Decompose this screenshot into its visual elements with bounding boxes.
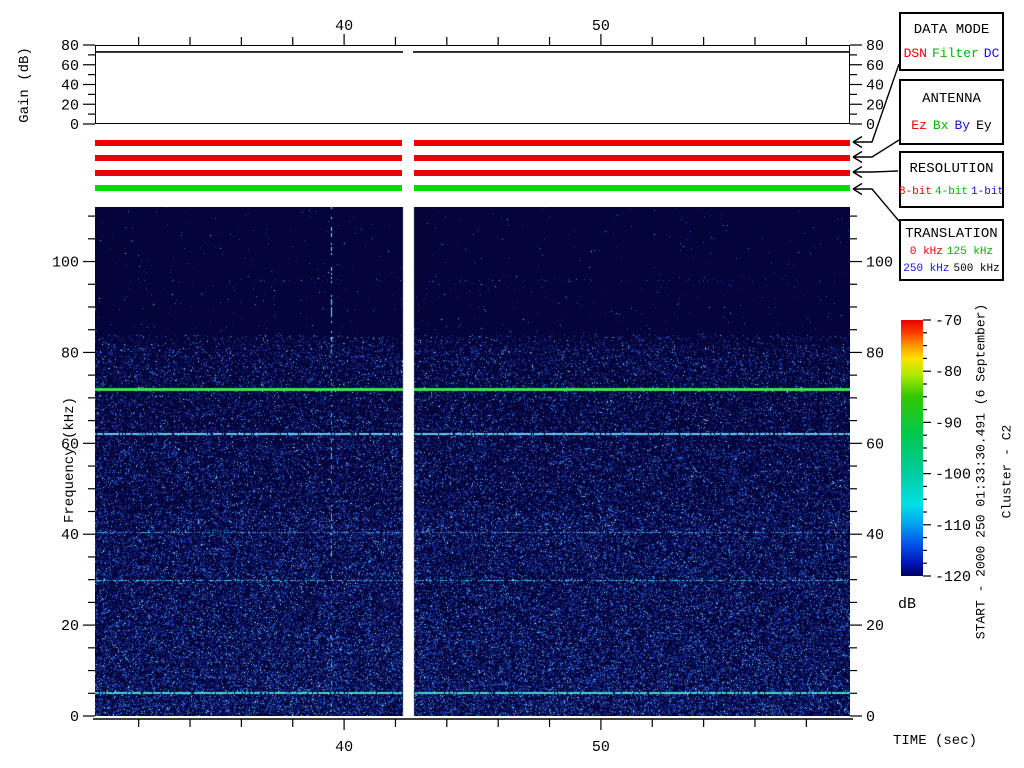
svg-text:80: 80	[866, 38, 884, 55]
legend-box-translation: TRANSLATION 0 kHz 125 kHz 250 kHz 500 kHz	[899, 219, 1004, 281]
spectrogram-canvas	[95, 207, 850, 716]
legend-item: 125 kHz	[946, 246, 994, 258]
svg-text:-100: -100	[935, 467, 971, 484]
svg-text:50: 50	[592, 18, 610, 35]
svg-text:60: 60	[866, 58, 884, 75]
svg-text:50: 50	[592, 739, 610, 756]
status-bar-resolution-left	[95, 170, 403, 176]
status-bar-data-mode-left	[95, 140, 403, 146]
status-bar-antenna-right	[414, 155, 850, 161]
gain-axis-title: Gain (dB)	[17, 47, 33, 123]
legend-item: By	[954, 117, 971, 133]
legend-row: Ez Bx By Ey	[911, 118, 991, 133]
svg-text:20: 20	[61, 97, 79, 114]
svg-text:40: 40	[866, 527, 884, 544]
status-bar-resolution-right	[414, 170, 850, 176]
colorbar-unit-label: dB	[898, 596, 917, 613]
legend-item: 1-bit	[971, 185, 1005, 198]
svg-text:-70: -70	[935, 313, 962, 330]
legend-item: Filter	[931, 46, 979, 61]
gain-panel	[95, 45, 850, 124]
legend-title-antenna: ANTENNA	[922, 91, 981, 108]
legend-item: 4-bit	[935, 185, 969, 198]
legend-item: 250 kHz	[903, 262, 950, 275]
svg-text:-120: -120	[935, 569, 971, 586]
legend-title-data-mode: DATA MODE	[913, 22, 990, 38]
legend-title-translation: TRANSLATION	[905, 225, 998, 242]
legend-item: 0 kHz	[909, 246, 943, 258]
status-bar-translation-left	[95, 185, 403, 191]
frequency-axis-title: Frequency (kHz)	[62, 396, 78, 524]
legend-item: Ez	[911, 117, 927, 133]
legend-box-antenna: ANTENNA Ez Bx By Ey	[899, 79, 1004, 145]
svg-text:40: 40	[866, 78, 884, 95]
svg-text:0: 0	[70, 117, 79, 134]
svg-text:40: 40	[335, 739, 353, 756]
legend-item: 8-bit	[898, 185, 932, 198]
svg-text:0: 0	[70, 709, 79, 726]
legend-item: DSN	[903, 46, 927, 61]
svg-text:60: 60	[866, 436, 884, 453]
svg-text:40: 40	[61, 78, 79, 95]
spacecraft-annotation: Cluster - C2	[999, 424, 1015, 519]
svg-text:-110: -110	[935, 518, 971, 535]
legend-box-data-mode: DATA MODE DSN Filter DC	[899, 12, 1004, 71]
svg-text:0: 0	[866, 117, 875, 134]
wbd-spectrogram-display: 40 40 50 50 0 0 20 20 40 40 60 60 80 80 0 0 20 20 40 40 60 60…	[0, 0, 1024, 768]
legend-row: 0 kHz 125 kHz	[910, 246, 993, 258]
legend-item: 500 kHz	[953, 262, 1000, 275]
status-bar-antenna-left	[95, 155, 403, 161]
status-bar-translation-right	[414, 185, 850, 191]
legend-row: DSN Filter DC	[904, 46, 1000, 61]
colorbar-gradient	[901, 320, 923, 576]
svg-text:60: 60	[61, 58, 79, 75]
svg-text:80: 80	[61, 345, 79, 362]
legend-item: DC	[983, 46, 1000, 61]
svg-text:80: 80	[61, 38, 79, 55]
svg-text:20: 20	[866, 97, 884, 114]
svg-text:-90: -90	[935, 415, 962, 432]
status-bar-data-mode-right	[414, 140, 850, 146]
svg-text:40: 40	[335, 18, 353, 35]
svg-text:-80: -80	[935, 364, 962, 381]
svg-text:0: 0	[866, 709, 875, 726]
svg-text:20: 20	[61, 618, 79, 635]
legend-title-resolution: RESOLUTION	[909, 161, 994, 178]
svg-text:80: 80	[866, 345, 884, 362]
svg-text:100: 100	[52, 255, 79, 272]
time-axis-title: TIME (sec)	[893, 733, 978, 749]
legend-row: 250 kHz 500 kHz	[903, 263, 999, 275]
svg-text:20: 20	[866, 618, 884, 635]
svg-text:100: 100	[866, 255, 893, 272]
legend-item: Ey	[976, 117, 992, 133]
start-time-annotation: START - 2000 250 01:33:30.491 (6 Septemb…	[973, 303, 989, 640]
legend-box-resolution: RESOLUTION 8-bit 4-bit 1-bit	[899, 151, 1004, 208]
legend-item: Bx	[932, 117, 949, 133]
legend-row: 8-bit 4-bit 1-bit	[899, 186, 1004, 198]
